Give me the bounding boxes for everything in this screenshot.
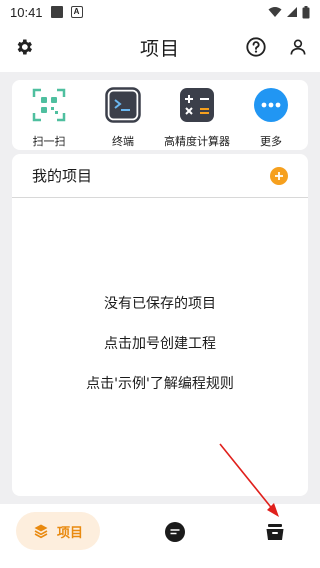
- nav-examples[interactable]: [264, 521, 286, 547]
- empty-message: 没有已保存的项目: [104, 296, 216, 312]
- help-icon: [246, 37, 266, 57]
- app-header: 项目: [0, 24, 320, 70]
- battery-icon: [302, 5, 310, 18]
- qr-scan-icon: [30, 86, 68, 124]
- settings-button[interactable]: [12, 35, 36, 59]
- page-title: 项目: [139, 37, 180, 60]
- bottom-nav: 项目: [0, 504, 320, 568]
- empty-message: 点击加号创建工程: [104, 336, 216, 352]
- more-icon: [252, 86, 290, 124]
- projects-header: 我的项目: [12, 154, 308, 198]
- plus-icon: [275, 171, 283, 180]
- tool-terminal[interactable]: 终端: [86, 80, 160, 150]
- tool-label: 扫一扫: [32, 135, 66, 148]
- layers-icon: [34, 524, 48, 539]
- nav-projects[interactable]: 项目: [16, 512, 100, 550]
- tool-calculator[interactable]: 高精度计算器: [160, 80, 234, 150]
- main-content: 扫一扫 终端 高精度计算器 更多 我的项目 没有已保存的项目 点击加号创建工程 …: [0, 72, 320, 504]
- notification-a-icon: A: [70, 6, 83, 18]
- tool-scan[interactable]: 扫一扫: [12, 80, 86, 150]
- empty-message: 点击'示例'了解编程规则: [86, 376, 234, 392]
- tool-label: 终端: [112, 135, 134, 148]
- archive-box-icon: [266, 524, 284, 540]
- signal-icon: [287, 7, 297, 17]
- calculator-icon: [178, 86, 216, 124]
- account-button[interactable]: [286, 35, 310, 59]
- nav-messages[interactable]: [164, 521, 186, 547]
- wifi-icon: [268, 7, 282, 17]
- tool-label: 更多: [260, 135, 282, 148]
- status-bar: 10:41 A: [0, 0, 320, 24]
- projects-card: 我的项目 没有已保存的项目 点击加号创建工程 点击'示例'了解编程规则: [12, 154, 308, 496]
- notification-square-icon: [50, 6, 63, 18]
- status-time: 10:41: [10, 4, 43, 20]
- help-button[interactable]: [244, 35, 268, 59]
- tools-card: 扫一扫 终端 高精度计算器 更多: [12, 80, 308, 150]
- gear-icon: [17, 39, 32, 55]
- tool-more[interactable]: 更多: [234, 80, 308, 150]
- nav-projects-label: 项目: [56, 525, 83, 541]
- add-project-button[interactable]: [270, 166, 288, 185]
- chat-icon: [165, 522, 185, 542]
- tool-label: 高精度计算器: [164, 135, 230, 148]
- projects-title: 我的项目: [32, 167, 93, 185]
- empty-state: 没有已保存的项目 点击加号创建工程 点击'示例'了解编程规则: [12, 294, 308, 414]
- terminal-icon: [104, 86, 142, 124]
- user-icon: [290, 39, 306, 55]
